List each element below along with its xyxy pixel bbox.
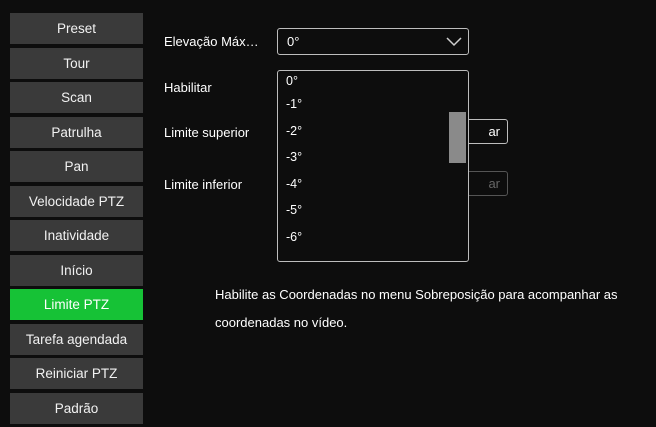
elevation-dropdown-list[interactable]: 0° -1° -2° -3° -4° -5° -6° — [277, 70, 469, 262]
ptz-sidebar: Preset Tour Scan Patrulha Pan Velocidade… — [10, 13, 143, 427]
dropdown-scrollbar[interactable] — [449, 112, 466, 163]
elevation-select[interactable]: 0° — [277, 28, 469, 55]
elevation-label: Elevação Máx… — [164, 34, 259, 49]
dropdown-option[interactable]: -1° — [278, 91, 468, 118]
dropdown-option[interactable]: -2° — [278, 118, 468, 145]
dropdown-option[interactable]: -4° — [278, 171, 468, 198]
sidebar-item-preset[interactable]: Preset — [10, 13, 143, 44]
sidebar-item-reiniciar-ptz[interactable]: Reiniciar PTZ — [10, 358, 143, 389]
dropdown-option[interactable]: 0° — [278, 71, 468, 91]
dropdown-option[interactable]: -5° — [278, 197, 468, 224]
sidebar-item-patrulha[interactable]: Patrulha — [10, 116, 143, 148]
coordinates-hint-text: Habilite as Coordenadas no menu Sobrepos… — [215, 287, 618, 330]
sidebar-item-inatividade[interactable]: Inatividade — [10, 220, 143, 251]
chevron-down-icon — [446, 37, 462, 47]
enable-label: Habilitar — [164, 80, 212, 95]
sidebar-item-tarefa-agendada[interactable]: Tarefa agendada — [10, 323, 143, 355]
upper-limit-button[interactable]: ar — [466, 119, 508, 144]
sidebar-item-padrao[interactable]: Padrão — [10, 392, 143, 424]
sidebar-item-inicio[interactable]: Início — [10, 254, 143, 286]
sidebar-item-tour[interactable]: Tour — [10, 47, 143, 79]
upper-limit-label: Limite superior — [164, 125, 250, 140]
sidebar-item-pan[interactable]: Pan — [10, 151, 143, 182]
sidebar-item-limite-ptz[interactable]: Limite PTZ — [10, 289, 143, 320]
sidebar-item-scan[interactable]: Scan — [10, 82, 143, 113]
lower-limit-button: ar — [466, 171, 508, 196]
lower-limit-label: Limite inferior — [164, 177, 243, 192]
dropdown-option[interactable]: -6° — [278, 224, 468, 251]
elevation-select-value: 0° — [287, 34, 300, 49]
dropdown-option[interactable]: -3° — [278, 144, 468, 171]
sidebar-item-velocidade-ptz[interactable]: Velocidade PTZ — [10, 185, 143, 217]
